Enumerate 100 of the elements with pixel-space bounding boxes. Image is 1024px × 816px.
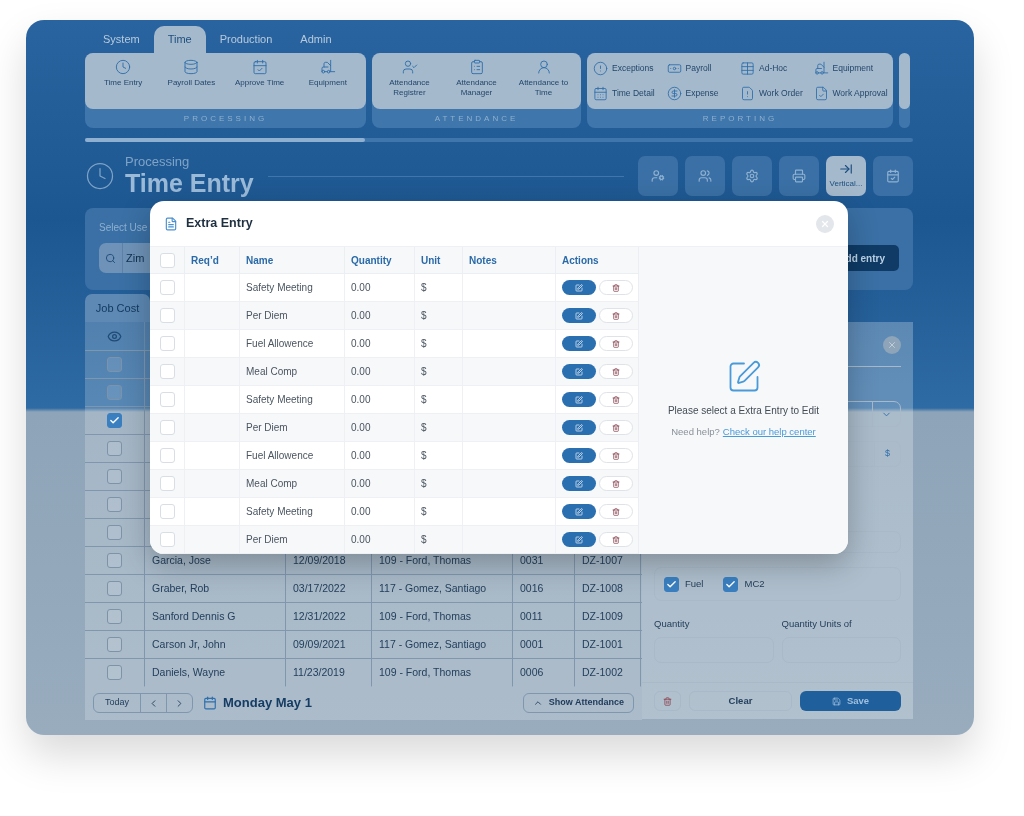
ribbon-item[interactable]: Attendance to Time (513, 59, 574, 109)
trash-icon (612, 535, 620, 544)
clock-icon (115, 59, 132, 75)
section-label: Processing (125, 155, 191, 169)
ribbon-tab[interactable]: System (89, 26, 154, 53)
column-header: Req’d (184, 246, 239, 274)
checkbox[interactable] (723, 576, 739, 592)
checkbox-label: Fuel (685, 576, 704, 591)
trash-icon (612, 367, 620, 376)
edit-button[interactable] (562, 392, 596, 407)
edit-button[interactable] (562, 308, 596, 323)
empty-message: Please select a Extra Entry to Edit (667, 404, 820, 418)
save-button[interactable]: Save (800, 691, 901, 711)
ribbon-tab[interactable]: Admin (286, 26, 346, 53)
ribbon-item[interactable]: Time Entry (93, 59, 154, 109)
user-settings-icon (651, 169, 665, 183)
table-cell: 0.00 (344, 385, 414, 414)
table-cell: DZ-1002 (575, 658, 641, 687)
checkbox[interactable] (107, 357, 122, 372)
checkbox[interactable] (107, 469, 122, 484)
checkbox[interactable] (107, 385, 122, 400)
table-cell: Fuel Allowence (239, 329, 344, 358)
edit-button[interactable] (562, 504, 596, 519)
column-header: Quantity (344, 246, 414, 274)
database-icon (183, 59, 200, 75)
ribbon-item[interactable]: Attendance Manager (446, 59, 507, 109)
table-cell: DZ-1001 (575, 630, 641, 659)
edit-button[interactable] (562, 532, 596, 547)
table-cell: 03/17/2022 (286, 574, 372, 603)
ribbon-tab[interactable]: Production (205, 26, 287, 53)
edit-icon (575, 311, 583, 320)
table-cell: 109 - Ford, Thomas (372, 658, 513, 687)
table-cell: Meal Comp (239, 469, 344, 498)
table-cell: 0.00 (344, 469, 414, 498)
checkbox[interactable] (107, 441, 122, 456)
edit-button[interactable] (562, 336, 596, 351)
trash-icon (612, 451, 620, 460)
edit-button[interactable] (562, 448, 596, 463)
forklift-icon (319, 59, 336, 75)
scrollbar[interactable] (85, 138, 913, 142)
field-label: Quantity (654, 617, 691, 631)
show-attendance-button[interactable]: Show Attendance (522, 693, 634, 713)
table-cell: 117 - Gomez, Santiago (372, 574, 513, 603)
column-header: Name (239, 246, 344, 274)
ribbon-item[interactable]: Payroll (666, 59, 740, 78)
group-title: ATTENDANCE (433, 112, 520, 125)
help-link[interactable]: Check our help center (722, 425, 816, 440)
ribbon-item[interactable]: Work Order (740, 84, 814, 103)
table-cell: $ (414, 357, 462, 386)
ribbon-item[interactable]: Ad-Hoc (740, 59, 814, 78)
ribbon-item[interactable]: Approve Time (229, 59, 290, 109)
ribbon-item[interactable]: Attendance Registrer (379, 59, 440, 109)
ribbon-item[interactable]: Exceptions (593, 59, 667, 78)
checkbox[interactable] (107, 525, 122, 540)
checkbox-label: MC2 (744, 576, 765, 591)
table-cell: Per Diem (239, 301, 344, 330)
ribbon-item[interactable]: Equipment (297, 59, 358, 109)
checkbox[interactable] (107, 553, 122, 568)
checkbox[interactable] (107, 413, 122, 428)
checkbox[interactable] (107, 581, 122, 596)
forklift-icon (813, 61, 829, 76)
job-cost-tab[interactable]: Job Cost (85, 294, 150, 322)
ribbon-item[interactable]: Time Detail (593, 84, 667, 103)
edit-button[interactable] (562, 280, 596, 295)
check-icon (109, 415, 120, 426)
checkbox[interactable] (107, 609, 122, 624)
clear-button[interactable]: Clear (689, 691, 792, 711)
ribbon-item[interactable]: Equipment (813, 59, 887, 78)
ribbon-tab[interactable]: Time (153, 26, 206, 53)
table-cell: $ (414, 469, 462, 498)
table-cell: 0.00 (344, 497, 414, 526)
trash-icon (612, 339, 620, 348)
edit-button[interactable] (562, 364, 596, 379)
checkbox[interactable] (664, 576, 679, 592)
toolbar-button[interactable]: Vertical... (826, 156, 866, 196)
checkbox[interactable] (107, 665, 122, 680)
arrow-to-line-icon (839, 162, 853, 176)
checkbox[interactable] (107, 497, 122, 512)
close-icon (820, 218, 830, 229)
edit-button[interactable] (562, 420, 596, 435)
edit-icon (575, 507, 583, 516)
toolbar-button[interactable] (779, 156, 819, 196)
dollar-icon (666, 86, 682, 101)
close-button[interactable] (883, 336, 901, 354)
toolbar-button[interactable] (873, 156, 913, 196)
table-cell: Per Diem (239, 525, 344, 554)
user-check-icon (401, 59, 418, 75)
checkbox[interactable] (107, 637, 122, 652)
ribbon-item[interactable]: Payroll Dates (161, 59, 222, 109)
toolbar-button[interactable] (685, 156, 725, 196)
toolbar-button[interactable] (732, 156, 772, 196)
trash-icon (612, 283, 620, 292)
toolbar-button[interactable] (638, 156, 678, 196)
close-button[interactable] (816, 214, 834, 233)
delete-button[interactable] (654, 691, 681, 711)
ribbon-item[interactable]: Expense (666, 84, 740, 103)
ribbon-item[interactable]: Work Approval (813, 84, 887, 103)
edit-button[interactable] (562, 476, 596, 491)
table-cell: $ (414, 497, 462, 526)
edit-icon (575, 283, 583, 292)
